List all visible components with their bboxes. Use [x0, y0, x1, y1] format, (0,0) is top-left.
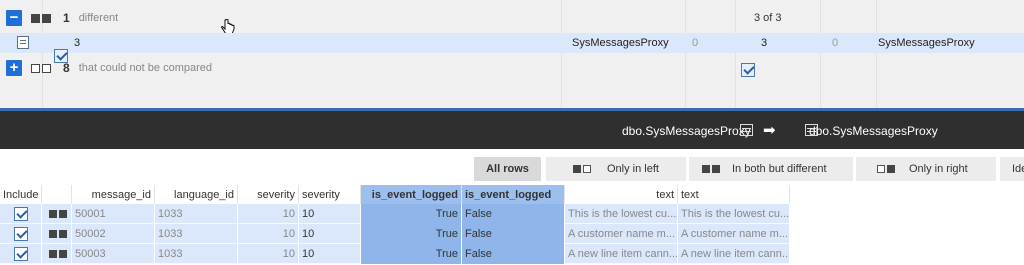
table-cell-language-id: 1033 [155, 244, 238, 264]
row-include-cell [0, 224, 42, 244]
table-cell-sev-r: 10 [299, 224, 361, 244]
table-cell-iel-l: True [361, 244, 462, 264]
different-rows-icon [49, 230, 67, 238]
column-header-severity-right[interactable]: severity [299, 185, 361, 204]
table-cell-text-r: This is the lowest cu... [678, 204, 790, 224]
column-header-language-id[interactable]: language_id [155, 185, 238, 204]
not-compared-label: that could not be compared [78, 62, 212, 74]
table-cell-sev-l: 10 [238, 244, 299, 264]
only-right-icon [877, 165, 895, 173]
tab-only-left-label: Only in left [607, 163, 659, 175]
table-cell-iel-l: True [361, 224, 462, 244]
tab-all-rows-label: All rows [486, 163, 529, 175]
column-header-message-id[interactable]: message_id [72, 185, 155, 204]
column-header-severity-left[interactable]: severity [238, 185, 299, 204]
different-rows-icon [49, 210, 67, 218]
tab-identical[interactable]: Ide [1000, 157, 1024, 181]
left-count: 0 [692, 37, 699, 49]
row-include-cell [0, 204, 42, 224]
document-icon [17, 36, 29, 49]
right-object-title: dbo.SysMessagesProxy [809, 124, 938, 138]
row-include-checkbox[interactable] [14, 247, 28, 261]
right-include-checkbox[interactable] [741, 63, 755, 77]
tab-only-right-label: Only in right [909, 163, 968, 175]
row-status-cell [42, 244, 72, 264]
column-header-is-event-logged-left[interactable]: is_event_logged [361, 185, 462, 204]
table-cell-message-id: 50001 [72, 204, 155, 224]
tab-identical-label: Ide [1012, 163, 1024, 175]
table-cell-iel-r: False [462, 244, 565, 264]
tab-all-rows[interactable]: All rows [474, 157, 541, 181]
tab-only-in-right[interactable]: Only in right [856, 157, 996, 181]
tab-in-both-different[interactable]: In both but different [689, 157, 853, 181]
row-include-cell [0, 244, 42, 264]
table-cell-sev-l: 10 [238, 204, 299, 224]
table-cell-language-id: 1033 [155, 224, 238, 244]
row-status-cell [42, 224, 72, 244]
expand-group-button[interactable]: + [6, 60, 22, 76]
table-cell-sev-r: 10 [299, 204, 361, 224]
column-header-is-event-logged-right[interactable]: is_event_logged [462, 185, 565, 204]
different-label: different [78, 12, 119, 24]
table-cell-iel-r: False [462, 224, 565, 244]
not-compared-rows-icon [31, 63, 51, 73]
column-header-status[interactable] [42, 185, 72, 204]
table-cell-iel-r: False [462, 204, 565, 224]
different-count: 1 [63, 11, 70, 25]
row-include-checkbox[interactable] [14, 227, 28, 241]
right-count: 0 [832, 37, 839, 49]
left-object-name: SysMessagesProxy [572, 37, 669, 49]
column-header-include[interactable]: Include [0, 185, 42, 204]
table-cell-text-l: A customer name m... [565, 224, 678, 244]
left-object-title: dbo.SysMessagesProxy [622, 124, 751, 138]
table-cell-iel-l: True [361, 204, 462, 224]
row-include-checkbox[interactable] [14, 207, 28, 221]
table-icon [740, 124, 753, 136]
tab-only-in-left[interactable]: Only in left [546, 157, 686, 181]
object-header-bar: dbo.SysMessagesProxy ➡ dbo.SysMessagesPr… [0, 111, 1024, 149]
table-cell-sev-l: 10 [238, 224, 299, 244]
table-cell-text-l: A new line item cann... [565, 244, 678, 264]
table-cell-text-l: This is the lowest cu... [565, 204, 678, 224]
arrow-right-icon: ➡ [763, 122, 776, 139]
column-header-text-left[interactable]: text [565, 185, 678, 204]
table-cell-text-r: A customer name m... [678, 224, 790, 244]
right-id: 3 [761, 37, 768, 49]
table-cell-message-id: 50003 [72, 244, 155, 264]
different-rows-icon [49, 250, 67, 258]
left-id: 3 [74, 37, 81, 49]
tab-both-different-label: In both but different [732, 163, 827, 175]
right-object-name: SysMessagesProxy [878, 37, 975, 49]
pager-text: 3 of 3 [754, 12, 782, 24]
results-group-panel: − 1 different 3 of 3 3 SysMessagesProxy … [0, 0, 1024, 108]
different-rows-icon [31, 13, 51, 23]
row-status-cell [42, 204, 72, 224]
both-different-icon [702, 165, 720, 173]
table-cell-message-id: 50002 [72, 224, 155, 244]
not-compared-count: 8 [63, 61, 70, 75]
only-left-icon [573, 165, 591, 173]
table-cell-sev-r: 10 [299, 244, 361, 264]
table-cell-language-id: 1033 [155, 204, 238, 224]
column-header-text-right[interactable]: text [678, 185, 790, 204]
collapse-group-button[interactable]: − [6, 10, 22, 26]
table-row[interactable]: 3 SysMessagesProxy 0 3 0 SysMessagesProx… [0, 33, 1024, 77]
table-cell-text-r: A new line item cann... [678, 244, 790, 264]
